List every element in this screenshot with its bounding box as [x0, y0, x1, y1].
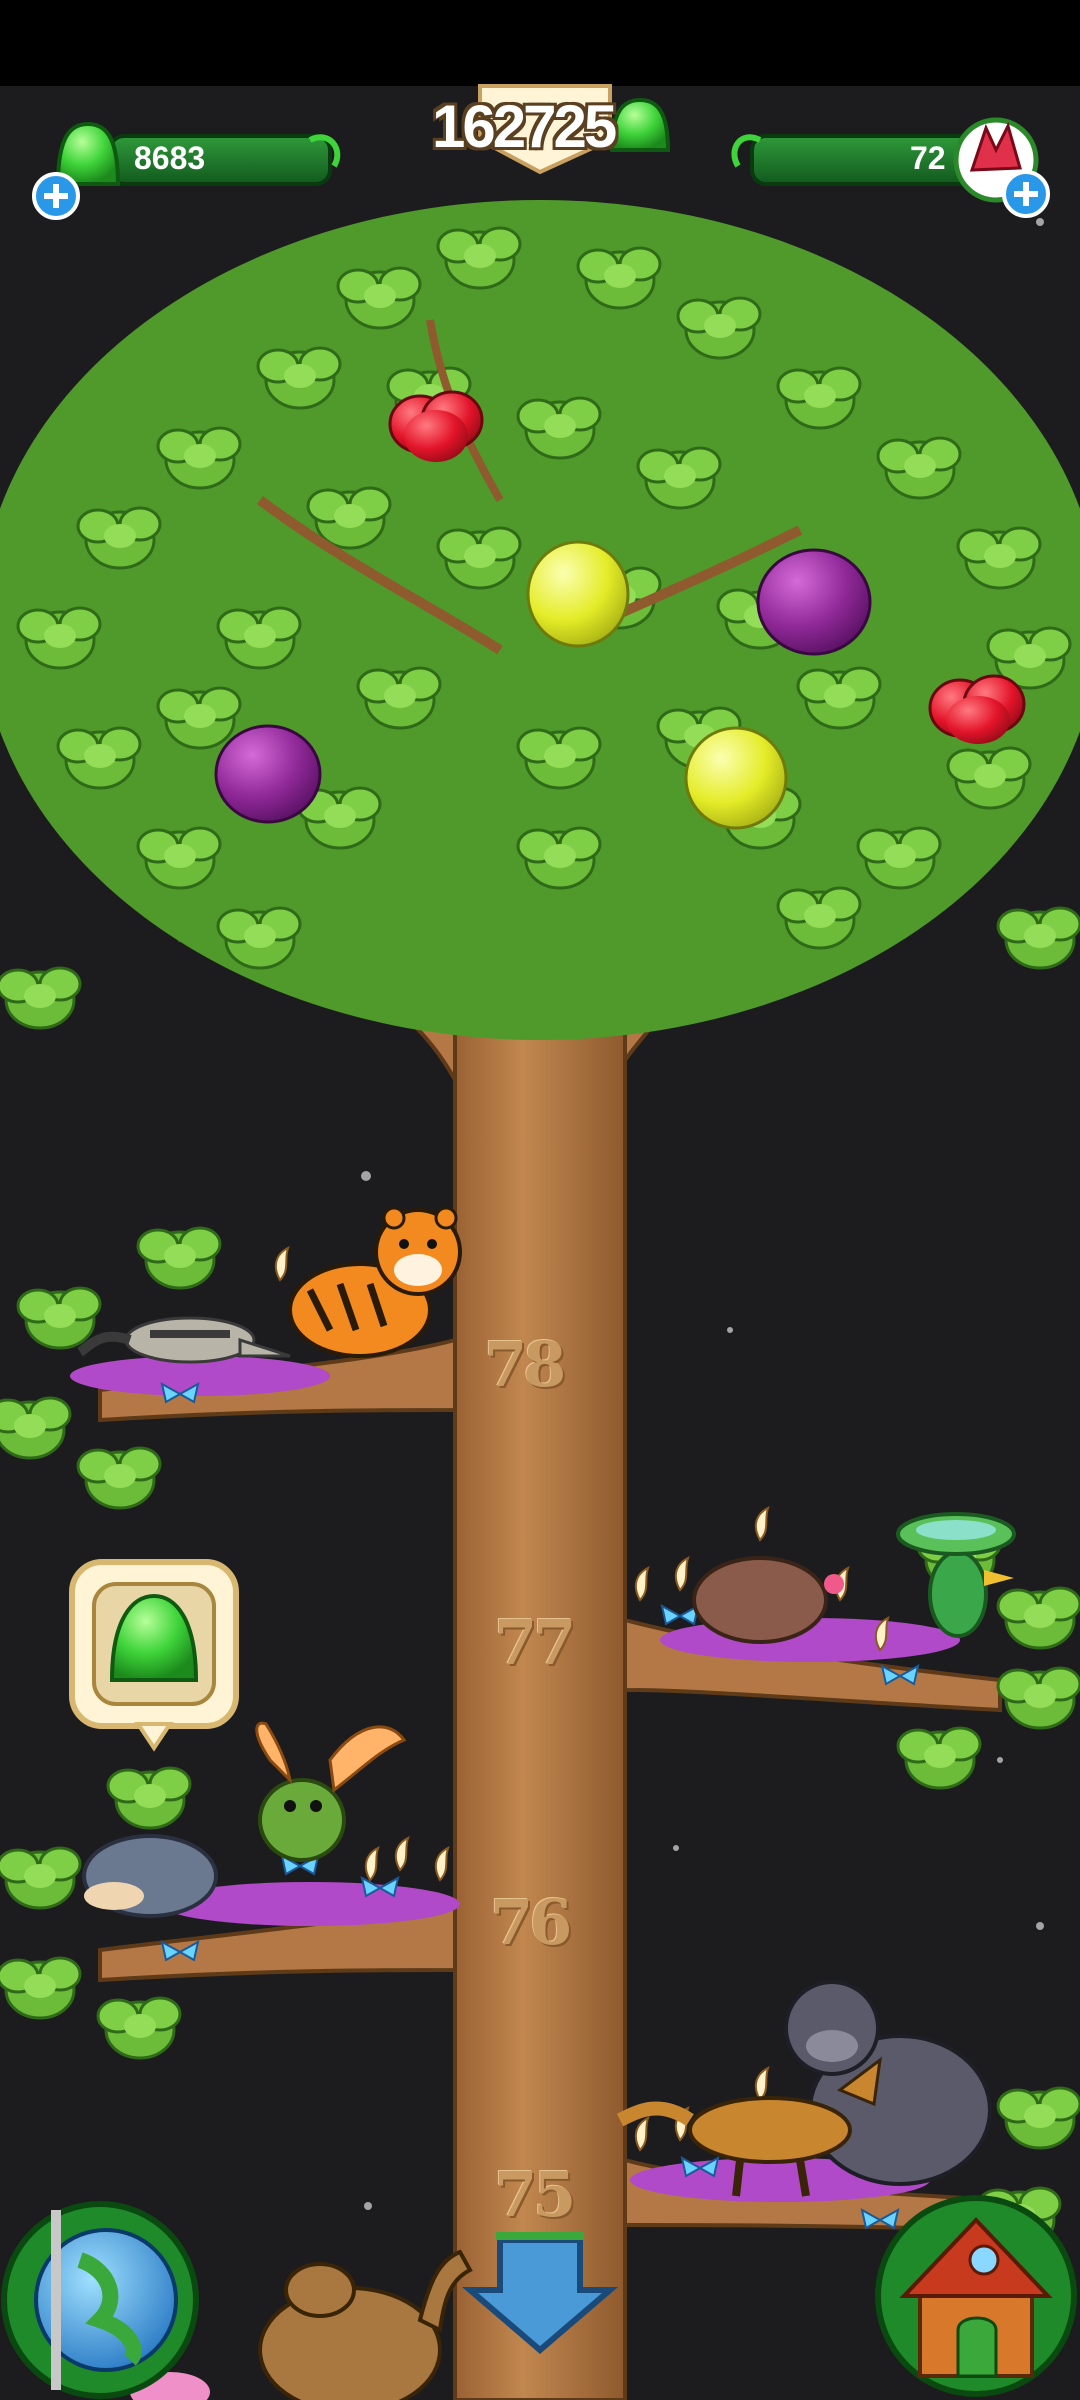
- total-score: 162725: [432, 93, 617, 160]
- game-canvas: [0, 0, 1080, 2400]
- crystals-count: 72: [910, 140, 946, 176]
- level-label-78: 78: [484, 1328, 566, 1401]
- game-screen: 8683 162725 72 78 77 76 75: [0, 0, 1080, 2400]
- house-icon[interactable]: [875, 2195, 1077, 2397]
- gems-count: 8683: [134, 140, 206, 176]
- globe-icon[interactable]: [1, 2201, 199, 2399]
- hedgehog[interactable]: [82, 1834, 218, 1918]
- yellow-fruit[interactable]: [684, 726, 788, 830]
- purple-fruit[interactable]: [756, 548, 872, 656]
- level-label-77: 77: [494, 1606, 576, 1679]
- level-label-75: 75: [494, 2158, 576, 2231]
- gem-bubble[interactable]: [69, 1559, 239, 1752]
- yellow-fruit[interactable]: [526, 540, 630, 648]
- purple-fruit[interactable]: [214, 724, 322, 824]
- level-label-76: 76: [490, 1886, 572, 1959]
